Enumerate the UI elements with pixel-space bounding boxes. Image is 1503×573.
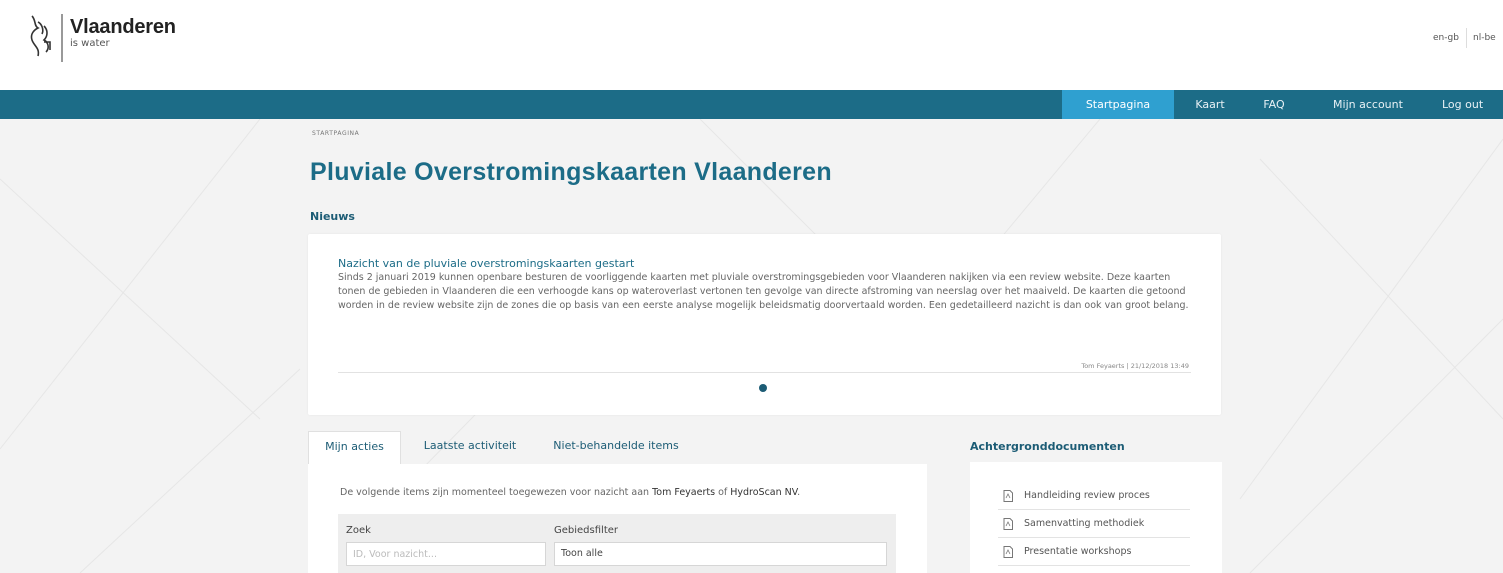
news-item-body: Sinds 2 januari 2019 kunnen openbare bes… xyxy=(338,272,1189,311)
documents-panel: Handleiding review proces Samenvatting m… xyxy=(970,462,1222,573)
nav-log-out[interactable]: Log out xyxy=(1430,90,1503,119)
lion-icon xyxy=(30,14,63,62)
assignment-text: De volgende items zijn momenteel toegewe… xyxy=(340,487,801,498)
pdf-icon xyxy=(1003,489,1013,502)
assigned-user: Tom Feyaerts xyxy=(652,487,716,498)
filter-box: Zoek Gebiedsfilter Toon alle xyxy=(338,514,896,573)
document-label: Handleiding review proces xyxy=(1024,490,1150,501)
lang-divider xyxy=(1466,28,1467,48)
area-filter-label: Gebiedsfilter xyxy=(554,525,618,536)
nav-startpagina[interactable]: Startpagina xyxy=(1062,90,1174,119)
news-item-meta: Tom Feyaerts | 21/12/2018 13:49 xyxy=(1081,362,1189,370)
brand-subtitle: is water xyxy=(70,38,110,49)
nav-mijn-account[interactable]: Mijn account xyxy=(1318,90,1418,119)
documents-heading: Achtergronddocumenten xyxy=(970,440,1125,453)
news-item-title[interactable]: Nazicht van de pluviale overstromingskaa… xyxy=(338,257,634,270)
nav-faq[interactable]: FAQ xyxy=(1248,90,1300,119)
lang-en-gb[interactable]: en-gb xyxy=(1433,33,1459,43)
page-title: Pluviale Overstromingskaarten Vlaanderen xyxy=(310,158,832,186)
pdf-icon xyxy=(1003,545,1013,558)
pdf-icon xyxy=(1003,517,1013,530)
my-actions-panel: De volgende items zijn momenteel toegewe… xyxy=(308,464,927,573)
document-link[interactable]: Handleiding review proces xyxy=(998,482,1190,510)
breadcrumb[interactable]: STARTPAGINA xyxy=(312,130,359,137)
assigned-company: HydroScan NV xyxy=(730,487,798,498)
carousel-dot[interactable] xyxy=(759,384,767,392)
document-link[interactable]: Presentatie workshops xyxy=(998,538,1190,566)
document-link[interactable]: Samenvatting methodiek xyxy=(998,510,1190,538)
search-input[interactable] xyxy=(346,542,546,566)
tab-laatste-activiteit[interactable]: Laatste activiteit xyxy=(409,431,531,465)
document-label: Presentatie workshops xyxy=(1024,546,1132,557)
news-card: Nazicht van de pluviale overstromingskaa… xyxy=(308,234,1221,415)
lang-nl-be[interactable]: nl-be xyxy=(1473,33,1496,43)
tab-mijn-acties[interactable]: Mijn acties xyxy=(308,431,401,465)
divider xyxy=(338,372,1191,373)
vlaanderen-logo[interactable]: Vlaanderen is water xyxy=(24,12,176,64)
news-heading: Nieuws xyxy=(310,210,355,223)
header: Vlaanderen is water en-gb nl-be xyxy=(0,0,1503,90)
document-label: Samenvatting methodiek xyxy=(1024,518,1145,529)
main-nav: Startpagina Kaart FAQ Mijn account Log o… xyxy=(0,90,1503,119)
search-label: Zoek xyxy=(346,525,371,536)
brand-title: Vlaanderen xyxy=(70,16,176,38)
area-filter-select[interactable]: Toon alle xyxy=(554,542,887,566)
tab-niet-behandelde-items[interactable]: Niet-behandelde items xyxy=(540,431,692,465)
nav-kaart[interactable]: Kaart xyxy=(1180,90,1240,119)
